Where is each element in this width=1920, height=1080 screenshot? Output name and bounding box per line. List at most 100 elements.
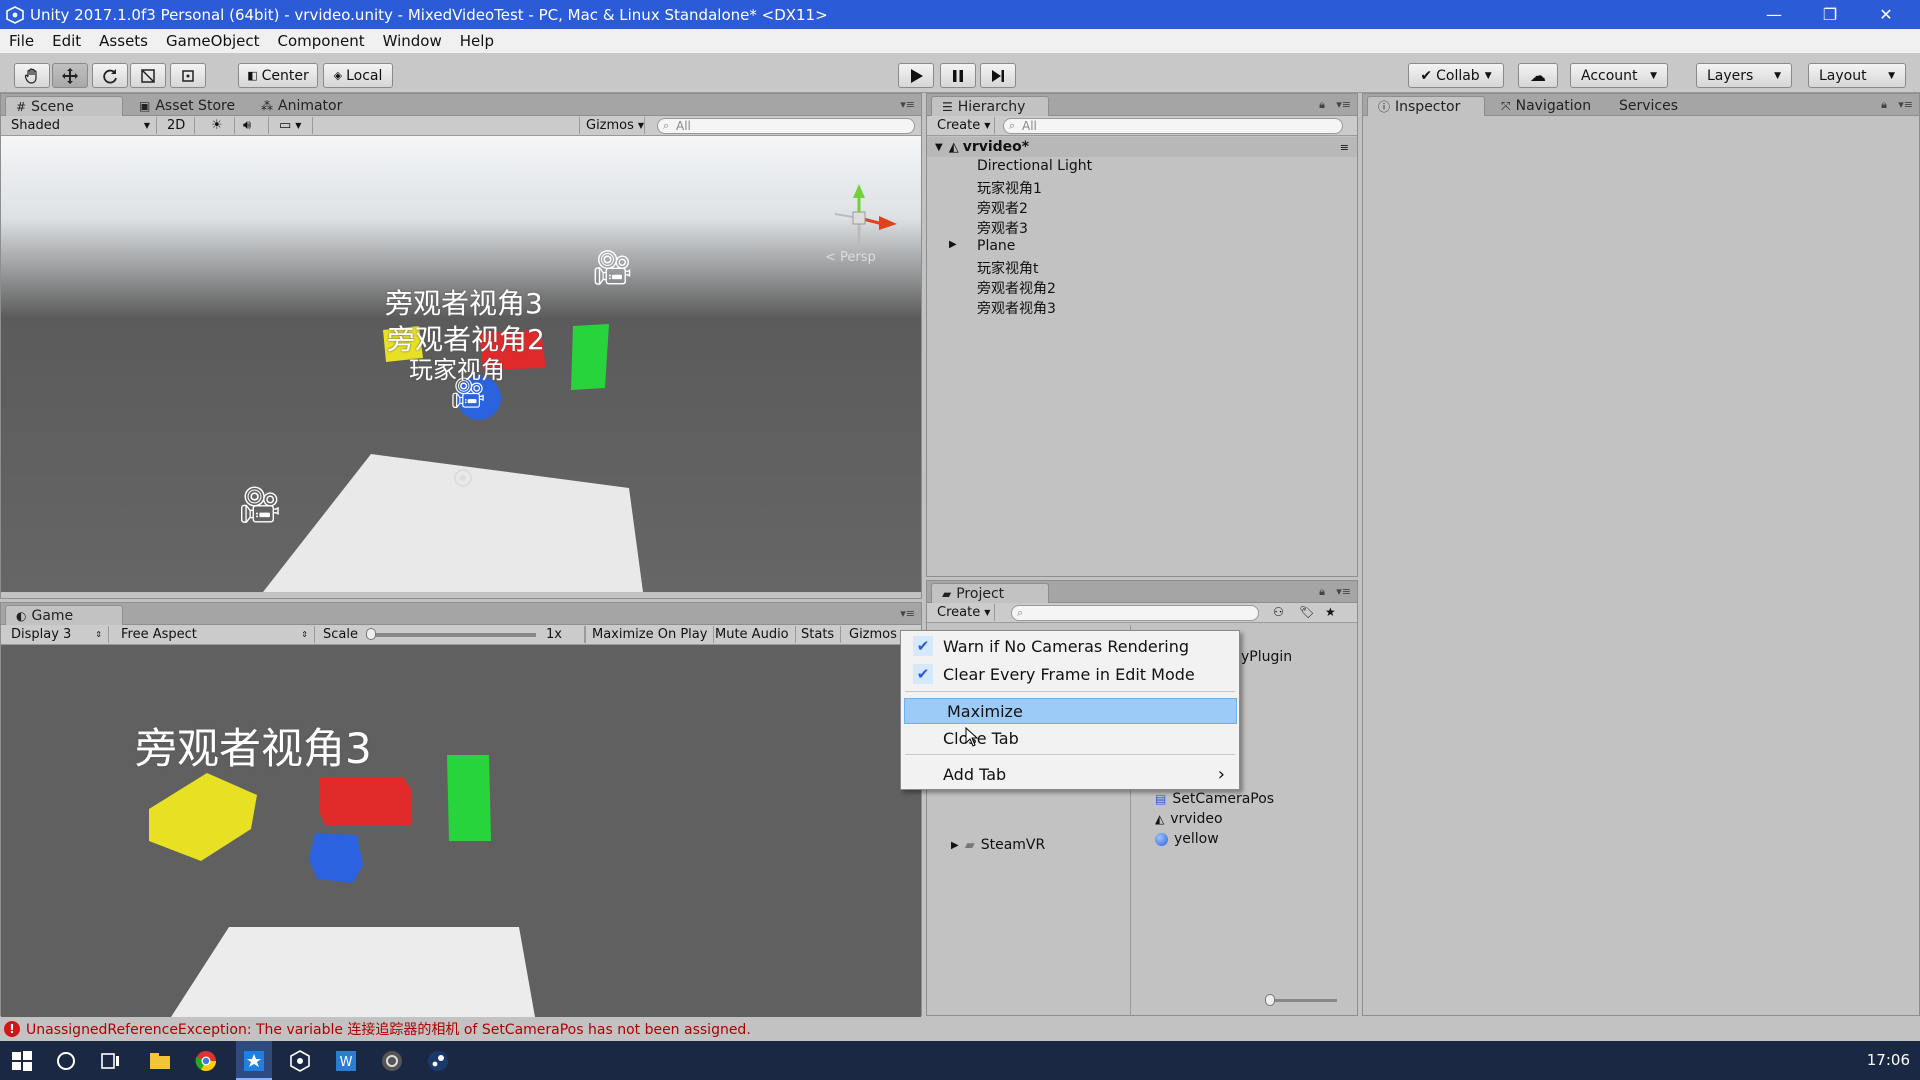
menu-edit[interactable]: Edit (43, 32, 90, 50)
game-gizmos-dropdown[interactable]: Gizmos (843, 626, 903, 643)
panel-menu-icon[interactable]: ▾≡ (900, 607, 915, 620)
mute-audio-toggle[interactable]: Mute Audio (709, 626, 796, 643)
tab-hierarchy[interactable]: ☰ Hierarchy (931, 96, 1049, 116)
project-search-input[interactable]: ⌕ (1011, 605, 1259, 621)
game-viewport[interactable]: 旁观者视角3 (1, 645, 921, 1017)
lock-icon[interactable]: 🔒︎ (1319, 98, 1325, 112)
menu-item-maximize[interactable]: Maximize (904, 698, 1237, 724)
favorites-star-icon[interactable]: ★ (1325, 605, 1336, 619)
icon-size-slider[interactable] (1265, 994, 1337, 1006)
restore-button[interactable]: ❐ (1802, 0, 1858, 29)
pause-button[interactable] (940, 63, 976, 88)
menu-item-close-tab[interactable]: Close Tab (901, 725, 1239, 751)
scene-menu-icon[interactable]: ≡ (1340, 141, 1349, 154)
menu-file[interactable]: File (0, 32, 43, 50)
lock-icon[interactable]: 🔒︎ (1881, 98, 1887, 112)
search-circle-icon[interactable] (54, 1049, 78, 1073)
panel-menu-icon[interactable]: ▾≡ (1336, 98, 1351, 111)
asset-yellow[interactable]: yellow (1155, 831, 1219, 847)
menu-item-clear-every-frame[interactable]: ✔ Clear Every Frame in Edit Mode (901, 661, 1239, 687)
app-star-icon[interactable] (242, 1049, 266, 1073)
chevron-right-icon[interactable]: ▶ (949, 239, 957, 250)
windows-start-icon[interactable] (10, 1049, 34, 1073)
file-explorer-icon[interactable] (148, 1049, 172, 1073)
maximize-on-play-toggle[interactable]: Maximize On Play (585, 626, 715, 643)
hand-tool-button[interactable] (14, 63, 50, 88)
collab-button[interactable]: ✔ Collab ▼ (1408, 63, 1504, 88)
display-dropdown[interactable]: Display 3 ⇕ (5, 626, 109, 643)
lock-icon[interactable]: 🔒︎ (1319, 585, 1325, 599)
play-button[interactable] (898, 63, 934, 88)
word-icon[interactable]: W (334, 1049, 358, 1073)
project-create-dropdown[interactable]: Create ▼ (931, 604, 995, 621)
panel-menu-icon[interactable]: ▾≡ (1336, 585, 1351, 598)
account-dropdown[interactable]: Account ▼ (1570, 63, 1668, 88)
hierarchy-item[interactable]: 旁观者视角2 (977, 278, 1056, 298)
toggle-2d-button[interactable]: 2D (161, 117, 195, 134)
asset-vrvideo[interactable]: ◭ vrvideo (1155, 811, 1223, 827)
aspect-dropdown[interactable]: Free Aspect ⇕ (115, 626, 315, 643)
steam-icon[interactable] (426, 1049, 450, 1073)
shading-dropdown[interactable]: Shaded ▼ (5, 117, 157, 134)
hierarchy-create-dropdown[interactable]: Create ▼ (931, 117, 995, 134)
folder-steamvr[interactable]: ▶ ▰ SteamVR (951, 837, 1045, 853)
scene-gizmos-dropdown[interactable]: Gizmos ▼ (579, 117, 645, 134)
rect-tool-button[interactable] (170, 63, 206, 88)
persp-label[interactable]: < Persp (825, 250, 876, 265)
tab-project[interactable]: ▰ Project (931, 583, 1049, 603)
scale-tool-button[interactable] (130, 63, 166, 88)
close-button[interactable]: ✕ (1858, 0, 1914, 29)
lighting-toggle[interactable]: ☀ (205, 117, 235, 134)
rotate-tool-button[interactable] (92, 63, 128, 88)
effects-dropdown[interactable]: ▭ ▼ (273, 117, 313, 134)
hierarchy-item[interactable]: 玩家视角1 (977, 178, 1042, 198)
step-button[interactable] (980, 63, 1016, 88)
app-orb-icon[interactable] (380, 1049, 404, 1073)
hierarchy-item[interactable]: 旁观者2 (977, 198, 1028, 218)
icon-size-slider-thumb[interactable] (1265, 994, 1275, 1006)
scene-viewport[interactable]: 🎥︎ 🎥︎ 🎥︎ < Persp 旁观者视角3 旁观者视角2 玩家视角 (1, 136, 921, 592)
scale-slider-thumb[interactable] (365, 627, 376, 640)
scene-search-input[interactable]: ⌕ All (657, 118, 915, 134)
layout-dropdown[interactable]: Layout ▼ (1808, 63, 1906, 88)
layers-dropdown[interactable]: Layers ▼ (1696, 63, 1792, 88)
tab-asset-store[interactable]: ▣ Asset Store (129, 96, 245, 116)
audio-toggle[interactable]: 🔊︎ (237, 117, 269, 134)
task-view-icon[interactable] (98, 1049, 122, 1073)
menu-assets[interactable]: Assets (90, 32, 157, 50)
panel-menu-icon[interactable]: ▾≡ (900, 98, 915, 111)
menu-gameobject[interactable]: GameObject (157, 32, 269, 50)
filter-by-label-icon[interactable]: 🏷︎ (1299, 605, 1314, 619)
tab-inspector[interactable]: ⓘ Inspector (1367, 96, 1485, 116)
move-tool-button[interactable] (52, 63, 88, 88)
hierarchy-item[interactable]: 旁观者3 (977, 218, 1028, 238)
tab-game[interactable]: ◐ Game (5, 605, 123, 625)
tab-scene[interactable]: # Scene (5, 96, 123, 116)
menu-window[interactable]: Window (374, 32, 451, 50)
hierarchy-item[interactable]: Directional Light (977, 158, 1092, 174)
menu-item-warn-no-cameras[interactable]: ✔ Warn if No Cameras Rendering (901, 633, 1239, 659)
menu-help[interactable]: Help (451, 32, 503, 50)
unity-taskbar-icon[interactable] (288, 1049, 312, 1073)
menu-item-add-tab[interactable]: Add Tab › (901, 761, 1239, 787)
menu-component[interactable]: Component (269, 32, 374, 50)
minimize-button[interactable]: — (1746, 0, 1802, 29)
asset-partial-plugin[interactable]: yPlugin (1241, 649, 1292, 665)
tab-navigation[interactable]: ⤧ Navigation (1491, 96, 1601, 116)
hierarchy-item[interactable]: 玩家视角t (977, 258, 1039, 278)
tab-services[interactable]: Services (1609, 96, 1688, 116)
pivot-center-button[interactable]: ◧ Center (238, 63, 318, 88)
stats-toggle[interactable]: Stats (795, 626, 842, 643)
pivot-local-button[interactable]: ◈ Local (323, 63, 393, 88)
asset-setcamerapos[interactable]: ▤ SetCameraPos (1155, 791, 1274, 807)
console-status-bar[interactable]: ! UnassignedReferenceException: The vari… (0, 1017, 1920, 1041)
hierarchy-item[interactable]: Plane (977, 238, 1015, 254)
chrome-icon[interactable] (194, 1049, 218, 1073)
filter-by-type-icon[interactable]: ⚇ (1273, 605, 1284, 619)
tab-animator[interactable]: ⁂ Animator (251, 96, 352, 116)
panel-menu-icon[interactable]: ▾≡ (1898, 98, 1913, 111)
hierarchy-item[interactable]: 旁观者视角3 (977, 298, 1056, 318)
taskbar-clock[interactable]: 17:06 (1867, 1051, 1910, 1069)
scene-root-row[interactable]: ▼ ◭ vrvideo* ≡ (927, 137, 1357, 157)
cloud-button[interactable]: ☁ (1518, 63, 1558, 88)
